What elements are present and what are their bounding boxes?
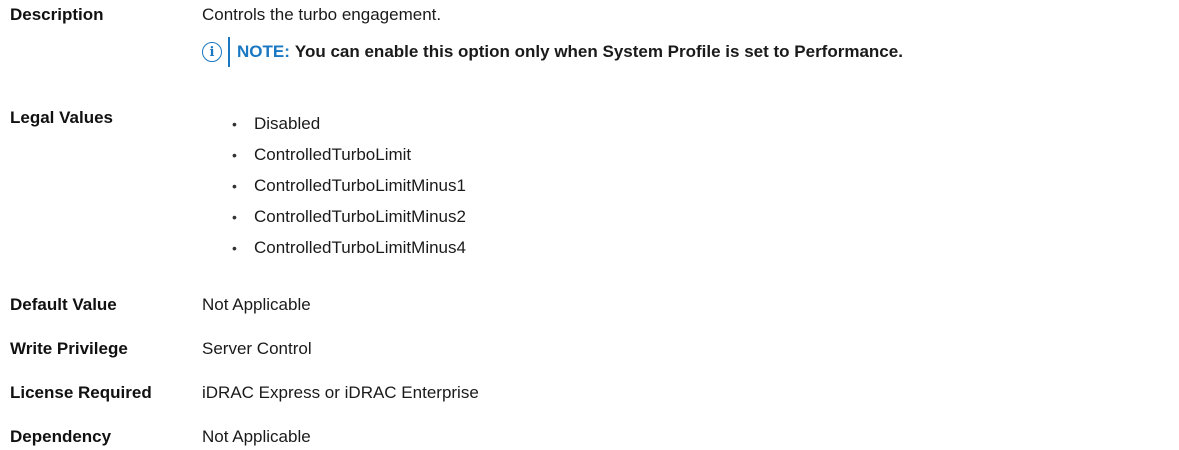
list-item: • ControlledTurboLimitMinus2 bbox=[232, 207, 466, 226]
license-required-label: License Required bbox=[10, 383, 152, 402]
legal-values-list: • Disabled • ControlledTurboLimit • Control… bbox=[202, 114, 466, 269]
write-privilege-label: Write Privilege bbox=[10, 339, 128, 358]
dependency-text: Not Applicable bbox=[202, 427, 311, 446]
list-item: • ControlledTurboLimit bbox=[232, 145, 412, 164]
description-text: Controls the turbo engagement. bbox=[202, 5, 442, 24]
note-divider bbox=[228, 37, 230, 67]
info-icon: i bbox=[202, 42, 222, 62]
legal-value-text: Disabled bbox=[254, 114, 321, 133]
list-item: • Disabled bbox=[232, 114, 321, 133]
license-required-text: iDRAC Express or iDRAC Enterprise bbox=[202, 383, 479, 402]
dependency-label: Dependency bbox=[10, 427, 112, 446]
write-privilege-text: Server Control bbox=[202, 339, 312, 358]
note-block: i NOTE: You can enable this option only … bbox=[202, 37, 903, 67]
legal-value-text: ControlledTurboLimit bbox=[254, 145, 412, 164]
default-value-text: Not Applicable bbox=[202, 295, 311, 314]
default-value-label: Default Value bbox=[10, 295, 117, 314]
list-item: • ControlledTurboLimitMinus4 bbox=[232, 238, 466, 257]
legal-value-text: ControlledTurboLimitMinus1 bbox=[254, 176, 466, 195]
legal-value-text: ControlledTurboLimitMinus4 bbox=[254, 238, 466, 257]
description-label: Description bbox=[10, 5, 104, 24]
list-item: • ControlledTurboLimitMinus1 bbox=[232, 176, 466, 195]
legal-value-text: ControlledTurboLimitMinus2 bbox=[254, 207, 466, 226]
note-label: NOTE: bbox=[237, 42, 290, 61]
note-text: You can enable this option only when Sys… bbox=[294, 42, 903, 61]
legal-values-label: Legal Values bbox=[10, 108, 113, 127]
